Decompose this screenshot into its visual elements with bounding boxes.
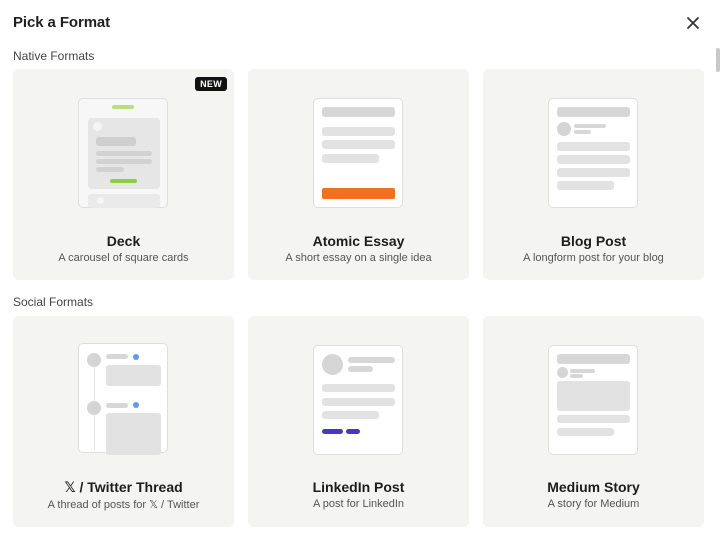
card-title: LinkedIn Post bbox=[312, 479, 405, 495]
format-card-blog-post[interactable]: Blog Post A longform post for your blog bbox=[483, 69, 704, 280]
card-description: A thread of posts for 𝕏 / Twitter bbox=[47, 499, 200, 511]
card-title: Blog Post bbox=[560, 233, 627, 249]
card-description: A post for LinkedIn bbox=[312, 498, 405, 510]
format-card-linkedin-post[interactable]: LinkedIn Post A post for LinkedIn bbox=[248, 316, 469, 527]
card-title: Medium Story bbox=[547, 479, 640, 495]
close-icon[interactable] bbox=[684, 14, 702, 32]
medium-story-thumbnail bbox=[548, 345, 638, 455]
card-description: A longform post for your blog bbox=[523, 252, 664, 264]
card-title: Atomic Essay bbox=[312, 233, 405, 249]
card-title: Deck bbox=[106, 233, 141, 249]
card-description: A carousel of square cards bbox=[58, 252, 189, 264]
linkedin-post-thumbnail bbox=[313, 345, 403, 455]
section-social-formats: Social Formats bbox=[13, 295, 94, 309]
section-native-formats: Native Formats bbox=[13, 49, 95, 63]
dialog-title: Pick a Format bbox=[13, 14, 111, 31]
new-badge: NEW bbox=[195, 77, 227, 91]
format-card-medium-story[interactable]: Medium Story A story for Medium bbox=[483, 316, 704, 527]
format-card-atomic-essay[interactable]: Atomic Essay A short essay on a single i… bbox=[248, 69, 469, 280]
format-card-deck[interactable]: NEW Deck A carousel of square cards bbox=[13, 69, 234, 280]
atomic-essay-thumbnail bbox=[313, 98, 403, 208]
deck-thumbnail bbox=[78, 98, 168, 208]
format-card-twitter-thread[interactable]: 𝕏 / Twitter Thread A thread of posts for… bbox=[13, 316, 234, 527]
twitter-thread-thumbnail bbox=[78, 343, 168, 455]
card-description: A short essay on a single idea bbox=[285, 252, 432, 264]
scrollbar-thumb[interactable] bbox=[716, 48, 720, 72]
card-title: 𝕏 / Twitter Thread bbox=[64, 479, 183, 495]
card-description: A story for Medium bbox=[547, 498, 640, 510]
blog-post-thumbnail bbox=[548, 98, 638, 208]
format-picker-dialog: Pick a Format Native Formats NEW Deck A … bbox=[0, 0, 720, 537]
